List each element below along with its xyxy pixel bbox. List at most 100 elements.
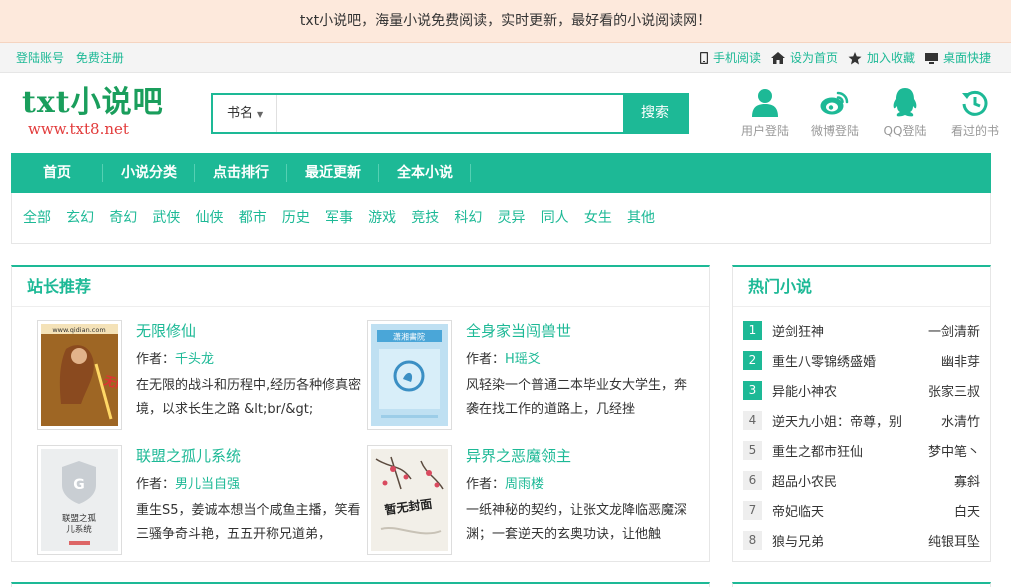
hot-novels-title: 热门小说: [733, 267, 990, 307]
category-link-lingyi[interactable]: 灵异: [498, 210, 526, 226]
book-cover[interactable]: www.qidian.com 无限: [37, 320, 129, 430]
nav-item-complete[interactable]: 全本小说: [379, 153, 471, 193]
author-link[interactable]: 男儿当自强: [175, 477, 240, 492]
rank-badge: 6: [743, 470, 762, 490]
history-label: 看过的书: [950, 124, 999, 138]
novel-title[interactable]: 逆剑狂神: [772, 321, 920, 340]
list-item[interactable]: 8 狼与兄弟 纯银耳坠: [743, 525, 980, 555]
book-author: 作者：千头龙: [136, 350, 214, 370]
mobile-read-link[interactable]: 手机阅读: [699, 43, 761, 73]
book-title[interactable]: 全身家当闯兽世: [466, 320, 571, 342]
category-link-jingji[interactable]: 竞技: [411, 210, 439, 226]
nav-item-recent[interactable]: 最近更新: [287, 153, 379, 193]
category-link-junshi[interactable]: 军事: [325, 210, 353, 226]
nav-item-categories[interactable]: 小说分类: [103, 153, 195, 193]
nav-item-ranking[interactable]: 点击排行: [195, 153, 287, 193]
novel-author[interactable]: 水清竹: [941, 411, 980, 430]
category-link-tongren[interactable]: 同人: [541, 210, 569, 226]
next-section-divider: [732, 582, 991, 587]
rank-badge: 5: [743, 440, 762, 460]
book-description: 一纸神秘的契约，让张文龙降临恶魔深渊；一套逆天的玄奥功诀，让他触: [466, 503, 688, 542]
account-links: 登陆账号 免费注册: [16, 43, 132, 73]
list-item[interactable]: 7 帝妃临天 白天: [743, 495, 980, 525]
recommend-panel: 站长推荐 www.qidian.com 无限 无限修仙 作者：千头龙 在无限的战…: [11, 265, 710, 562]
author-prefix: 作者：: [466, 477, 506, 492]
list-item[interactable]: 1 逆剑狂神 一剑清新: [743, 315, 980, 345]
novel-title[interactable]: 超品小农民: [772, 471, 946, 490]
novel-author[interactable]: 一剑清新: [928, 321, 980, 340]
weibo-login-button[interactable]: 微博登陆: [800, 88, 870, 139]
search-input[interactable]: [277, 95, 623, 132]
category-link-qihuan[interactable]: 奇幻: [109, 210, 137, 226]
book-title[interactable]: 异界之恶魔领主: [466, 445, 571, 467]
book-cover[interactable]: 暂无封面: [367, 445, 452, 555]
search-type-select[interactable]: 书名 ▼: [213, 95, 277, 132]
set-homepage-link[interactable]: 设为首页: [770, 43, 838, 73]
book-card: 潇湘書院 全身家当闯兽世 作者：H瑶爻 风轻染一个普通二本毕业女大学生，奔袭在找…: [342, 320, 687, 430]
list-item[interactable]: 2 重生八零锦绣盛婚 幽非芽: [743, 345, 980, 375]
rank-badge: 8: [743, 530, 762, 550]
next-section-divider: [11, 582, 710, 587]
category-link-nvsheng[interactable]: 女生: [584, 210, 612, 226]
book-cover-image: www.qidian.com 无限: [41, 324, 129, 426]
svg-text:儿系统: 儿系统: [66, 524, 92, 535]
novel-title[interactable]: 帝妃临天: [772, 501, 946, 520]
rank-badge: 7: [743, 500, 762, 520]
category-link-all[interactable]: 全部: [23, 210, 51, 226]
category-link-kehuan[interactable]: 科幻: [454, 210, 482, 226]
register-link[interactable]: 免费注册: [76, 51, 124, 65]
site-links: 手机阅读 设为首页 加入收藏 桌面快捷: [690, 43, 991, 73]
star-icon: [848, 51, 862, 64]
hot-novels-panel: 热门小说 1 逆剑狂神 一剑清新 2 重生八零锦绣盛婚 幽非芽 3 异能小神农 张家三叔 4…: [732, 265, 991, 562]
category-link-xuanhuan[interactable]: 玄幻: [66, 210, 94, 226]
top-bar: 登陆账号 免费注册 手机阅读 设为首页 加入收藏 桌面快捷: [0, 43, 1011, 73]
novel-title[interactable]: 重生八零锦绣盛婚: [772, 351, 933, 370]
book-cover-image: 暂无封面: [371, 449, 448, 551]
category-link-youxi[interactable]: 游戏: [368, 210, 396, 226]
book-cover[interactable]: G 联盟之孤 儿系统: [37, 445, 122, 555]
list-item[interactable]: 5 重生之都市狂仙 梦中笔丶: [743, 435, 980, 465]
site-logo[interactable]: txt小说吧 www.txt8.net: [22, 86, 164, 139]
book-card: 暂无封面 异界之恶魔领主 作者：周雨楼 一纸神秘的契约，让张文龙降临恶魔深渊；一…: [342, 445, 687, 555]
add-favorite-link[interactable]: 加入收藏: [848, 43, 915, 73]
category-link-xianxia[interactable]: 仙侠: [196, 210, 224, 226]
user-login-button[interactable]: 用户登陆: [730, 88, 800, 139]
author-link[interactable]: 周雨楼: [505, 477, 544, 492]
novel-title[interactable]: 异能小神农: [772, 381, 920, 400]
list-item[interactable]: 3 异能小神农 张家三叔: [743, 375, 980, 405]
category-link-qita[interactable]: 其他: [627, 210, 655, 226]
author-prefix: 作者：: [466, 352, 506, 367]
nav-item-home[interactable]: 首页: [11, 153, 103, 193]
novel-author[interactable]: 寡斜: [954, 471, 980, 490]
mobile-read-label: 手机阅读: [712, 51, 761, 65]
novel-author[interactable]: 张家三叔: [928, 381, 980, 400]
list-item[interactable]: 6 超品小农民 寡斜: [743, 465, 980, 495]
book-author: 作者：H瑶爻: [466, 350, 541, 370]
novel-author[interactable]: 白天: [954, 501, 980, 520]
hot-novels-list: 1 逆剑狂神 一剑清新 2 重生八零锦绣盛婚 幽非芽 3 异能小神农 张家三叔 4 逆天九小姐…: [733, 307, 990, 555]
book-cover[interactable]: 潇湘書院: [367, 320, 452, 430]
category-link-lishi[interactable]: 历史: [282, 210, 310, 226]
novel-title[interactable]: 重生之都市狂仙: [772, 441, 920, 460]
book-title[interactable]: 无限修仙: [136, 320, 196, 342]
history-button[interactable]: 看过的书: [940, 88, 1010, 139]
category-link-wuxia[interactable]: 武侠: [152, 210, 180, 226]
novel-author[interactable]: 梦中笔丶: [928, 441, 980, 460]
book-title[interactable]: 联盟之孤儿系统: [136, 445, 241, 467]
weibo-icon: [820, 91, 849, 115]
desktop-shortcut-link[interactable]: 桌面快捷: [924, 43, 991, 73]
rank-badge: 4: [743, 410, 762, 430]
category-link-dushi[interactable]: 都市: [239, 210, 267, 226]
login-link[interactable]: 登陆账号: [16, 51, 64, 65]
novel-author[interactable]: 纯银耳坠: [928, 531, 980, 550]
search-button[interactable]: 搜索: [623, 95, 687, 132]
novel-title[interactable]: 逆天九小姐：帝尊，别: [772, 411, 933, 430]
book-card: G 联盟之孤 儿系统 联盟之孤儿系统 作者：男儿当自强 重生S5，姜诚本想当个咸…: [12, 445, 361, 555]
list-item[interactable]: 4 逆天九小姐：帝尊，别 水清竹: [743, 405, 980, 435]
author-link[interactable]: H瑶爻: [505, 352, 541, 367]
novel-title[interactable]: 狼与兄弟: [772, 531, 920, 550]
qq-login-button[interactable]: QQ登陆: [870, 88, 940, 139]
search-type-value: 书名: [227, 106, 254, 121]
novel-author[interactable]: 幽非芽: [941, 351, 980, 370]
author-link[interactable]: 千头龙: [175, 352, 214, 367]
